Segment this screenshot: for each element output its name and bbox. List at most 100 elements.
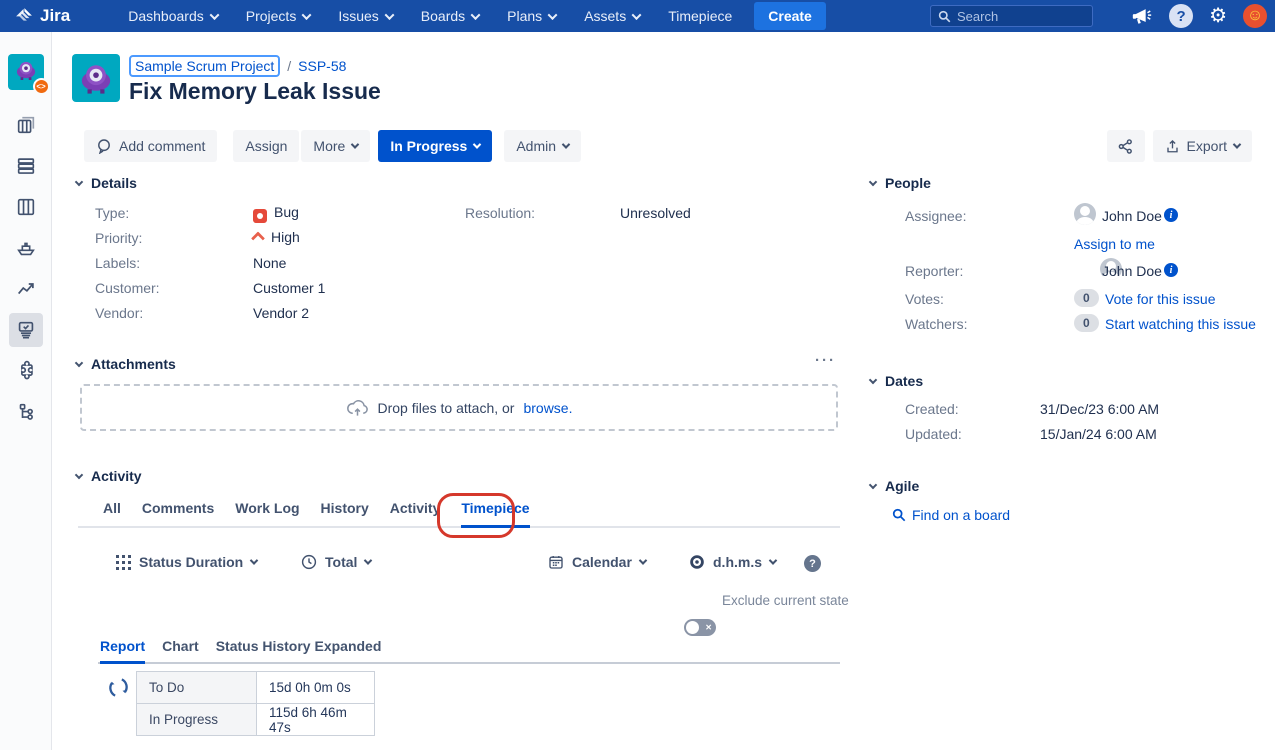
sidebar-item-issues-icon[interactable] — [9, 313, 43, 347]
chevron-down-icon — [75, 177, 83, 185]
sidebar-item-pages-icon[interactable] — [9, 108, 43, 142]
field-label: Vendor: — [95, 305, 143, 321]
updated-value: 15/Jan/24 6:00 AM — [1040, 426, 1157, 442]
chevron-down-icon — [869, 480, 877, 488]
search-icon — [938, 10, 951, 23]
chevron-down-icon — [75, 358, 83, 366]
metric-dropdown[interactable]: Total — [301, 554, 371, 570]
nav-item-projects[interactable]: Projects — [232, 0, 325, 32]
tab-chart[interactable]: Chart — [162, 638, 199, 662]
search-input[interactable] — [957, 9, 1077, 24]
sidebar-item-board-icon[interactable] — [9, 190, 43, 224]
nav-item-dashboards[interactable]: Dashboards — [114, 0, 232, 32]
sidebar-item-backlog-icon[interactable] — [9, 149, 43, 183]
more-button[interactable]: More — [301, 130, 370, 162]
tab-activity[interactable]: Activity — [390, 500, 441, 526]
sidebar-item-addons-puzzle-icon[interactable] — [9, 354, 43, 388]
sidebar-item-reports-icon[interactable] — [9, 272, 43, 306]
share-button[interactable] — [1107, 130, 1145, 162]
nav-item-plans[interactable]: Plans — [493, 0, 570, 32]
grid-icon — [116, 555, 131, 570]
comment-bubble-icon — [96, 138, 112, 154]
help-icon[interactable]: ? — [1169, 4, 1193, 28]
admin-button[interactable]: Admin — [504, 130, 581, 162]
chevron-down-icon — [364, 556, 372, 564]
project-type-code-badge: <> — [33, 78, 50, 95]
issue-view: Sample Scrum Project / SSP-58 Fix Memory… — [52, 32, 1275, 750]
vote-link[interactable]: Vote for this issue — [1105, 291, 1216, 307]
info-icon[interactable]: i — [1164, 208, 1178, 222]
sidebar-item-releases-ship-icon[interactable] — [9, 231, 43, 265]
refresh-icon[interactable] — [107, 676, 130, 704]
field-label: Assignee: — [905, 208, 966, 224]
tab-timepiece[interactable]: Timepiece — [461, 500, 529, 528]
activity-section-header[interactable]: Activity — [76, 468, 142, 484]
nav-item-assets[interactable]: Assets — [570, 0, 654, 32]
timepiece-view-tabs: Report Chart Status History Expanded — [98, 638, 840, 664]
attachments-menu-button[interactable]: ··· — [815, 352, 836, 369]
browse-link[interactable]: browse. — [523, 400, 572, 416]
agile-section-header[interactable]: Agile — [870, 478, 919, 494]
assign-button[interactable]: Assign — [233, 130, 299, 162]
exclude-current-state-toggle[interactable]: ✕ — [684, 619, 716, 636]
nav-item-issues[interactable]: Issues — [324, 0, 406, 32]
field-label: Customer: — [95, 280, 160, 296]
chevron-down-icon — [562, 140, 570, 148]
issue-type-value: Bug — [253, 204, 299, 223]
assignee-avatar — [1074, 203, 1096, 225]
tab-comments[interactable]: Comments — [142, 500, 214, 526]
user-avatar[interactable]: ☺ — [1243, 4, 1267, 28]
format-dropdown[interactable]: d.h.m.s — [689, 554, 776, 570]
find-on-board-link[interactable]: Find on a board — [912, 507, 1010, 523]
tab-all[interactable]: All — [103, 500, 121, 526]
breadcrumb-project-link[interactable]: Sample Scrum Project — [129, 55, 280, 77]
top-navigation: Jira Dashboards Projects Issues Boards P… — [0, 0, 1275, 32]
tab-report[interactable]: Report — [100, 638, 145, 664]
add-comment-button[interactable]: Add comment — [84, 130, 217, 162]
info-icon[interactable]: i — [1164, 263, 1178, 277]
workflow-status-button[interactable]: In Progress — [378, 130, 492, 162]
chevron-down-icon — [869, 177, 877, 185]
bug-type-icon — [253, 209, 267, 223]
watch-link[interactable]: Start watching this issue — [1105, 316, 1256, 332]
people-section-header[interactable]: People — [870, 175, 931, 191]
priority-high-icon — [251, 231, 265, 245]
calendar-dropdown[interactable]: Calendar — [548, 554, 646, 570]
announcements-megaphone-icon[interactable] — [1131, 5, 1153, 27]
breadcrumb-issue-key-link[interactable]: SSP-58 — [298, 58, 346, 74]
details-section-header[interactable]: Details — [76, 175, 137, 191]
create-button[interactable]: Create — [754, 2, 826, 30]
nav-right-icons: ? ⚙ ☺ — [1131, 0, 1267, 32]
priority-value: High — [253, 229, 300, 245]
table-row: To Do 15d 0h 0m 0s — [137, 672, 375, 704]
timepiece-help-icon[interactable]: ? — [804, 555, 821, 572]
created-value: 31/Dec/23 6:00 AM — [1040, 401, 1159, 417]
tab-status-history-expanded[interactable]: Status History Expanded — [216, 638, 382, 662]
nav-item-boards[interactable]: Boards — [407, 0, 493, 32]
dates-section-header[interactable]: Dates — [870, 373, 923, 389]
nav-item-timepiece[interactable]: Timepiece — [654, 0, 746, 32]
duration-cell: 15d 0h 0m 0s — [257, 672, 375, 704]
resolution-value: Unresolved — [620, 205, 691, 221]
tab-work-log[interactable]: Work Log — [235, 500, 299, 526]
sidebar-item-structure-tree-icon[interactable] — [9, 395, 43, 429]
chevron-down-icon — [75, 470, 83, 478]
chevron-down-icon — [209, 10, 219, 20]
assign-to-me-link[interactable]: Assign to me — [1074, 236, 1155, 252]
chevron-down-icon — [473, 140, 481, 148]
gear-icon[interactable]: ⚙ — [1209, 6, 1227, 26]
jira-logo[interactable]: Jira — [14, 6, 70, 26]
report-type-dropdown[interactable]: Status Duration — [116, 554, 257, 570]
page-title: Fix Memory Leak Issue — [129, 78, 381, 105]
project-avatar[interactable]: <> — [8, 54, 44, 90]
jira-logo-icon — [14, 6, 34, 26]
find-on-board[interactable]: Find on a board — [892, 507, 1010, 523]
assignee-name: John Doe — [1102, 208, 1162, 224]
export-button[interactable]: Export — [1153, 130, 1252, 162]
table-row: In Progress 115d 6h 46m 47s — [137, 704, 375, 736]
jira-logo-text: Jira — [40, 6, 70, 26]
attachments-dropzone[interactable]: Drop files to attach, or browse. — [80, 384, 838, 431]
search-box[interactable] — [930, 5, 1093, 27]
attachments-section-header[interactable]: Attachments — [76, 356, 176, 372]
tab-history[interactable]: History — [321, 500, 369, 526]
